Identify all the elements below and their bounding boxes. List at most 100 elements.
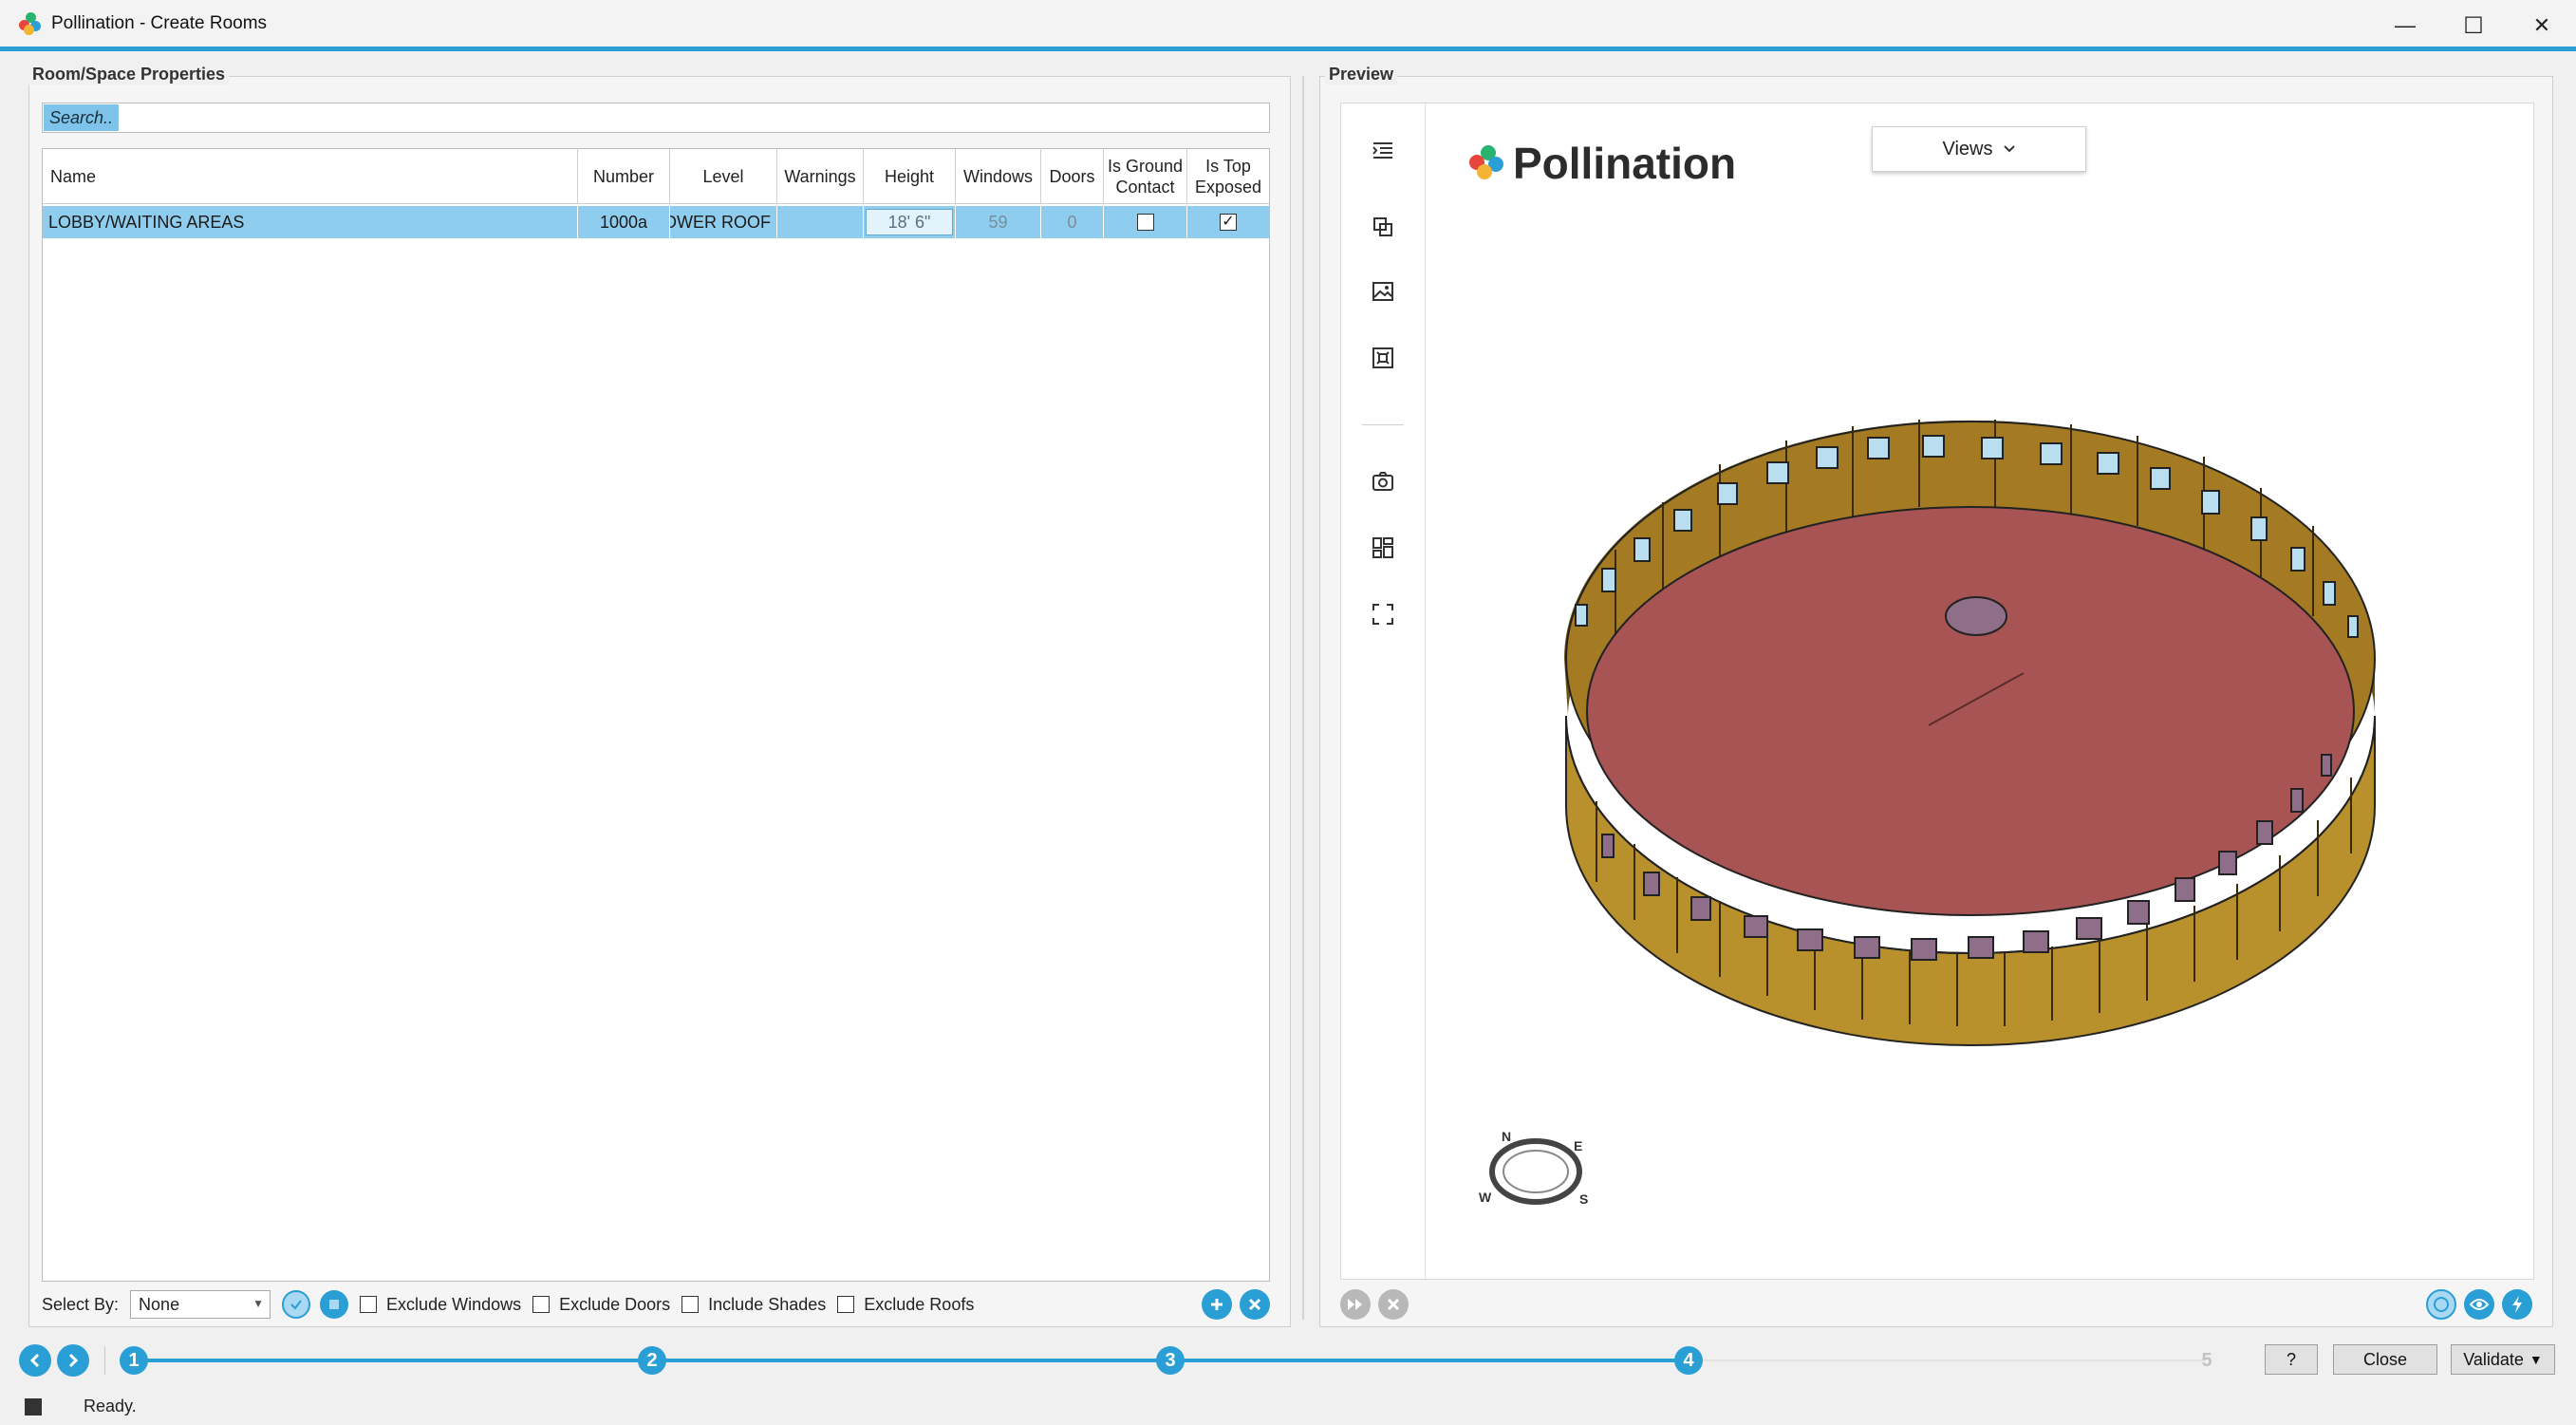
command-icon[interactable] [1370,345,1396,371]
cell-height[interactable]: 18' 6" [864,206,956,238]
window-controls: — ☐ ✕ [2371,0,2576,51]
column-header-name[interactable]: Name [43,149,578,204]
next-step-button[interactable] [57,1344,89,1377]
top-exposed-checkbox[interactable]: ✓ [1220,214,1237,231]
panel-splitter[interactable] [1302,76,1304,1320]
status-bar: Ready. [0,1388,2576,1425]
cell-warnings[interactable] [777,206,864,238]
window-title: Pollination - Create Rooms [51,12,268,33]
close-window-button[interactable]: ✕ [2508,0,2576,51]
validate-button[interactable]: Validate ▼ [2451,1344,2555,1375]
minimize-button[interactable]: — [2371,0,2439,51]
exclude-windows-label: Exclude Windows [386,1294,522,1314]
preview-sidebar [1340,103,1426,1280]
exclude-doors-label: Exclude Doors [559,1294,671,1314]
chevron-left-icon [29,1353,40,1368]
preview-toolbar [1340,1287,2534,1322]
compass: N E S W [1479,1129,1588,1207]
compass-north: N [1502,1129,1511,1144]
compass-east: E [1574,1138,1582,1153]
check-icon [290,1300,302,1310]
step-3[interactable]: 3 [1156,1346,1185,1375]
plus-icon [1211,1299,1223,1310]
toggle-visibility-button[interactable] [2464,1289,2494,1320]
close-icon [1387,1298,1400,1311]
exclude-windows-option[interactable]: Exclude Windows [360,1295,521,1315]
step-1[interactable]: 1 [120,1346,148,1375]
wizard-progress: 1 2 3 4 5 ? Close Validate ▼ [0,1339,2576,1382]
step-2[interactable]: 2 [638,1346,666,1375]
cell-number[interactable]: 1000a [578,206,670,238]
pollination-logo-icon [19,11,42,35]
square-icon [329,1300,340,1309]
quick-action-button[interactable] [2502,1289,2532,1320]
run-preview-button[interactable] [1340,1289,1371,1320]
globe-icon [2434,1297,2449,1312]
column-header-level[interactable]: Level [670,149,777,204]
column-header-ground-contact[interactable]: Is Ground Contact [1104,149,1187,204]
exclude-roofs-checkbox[interactable] [837,1296,855,1313]
globe-button[interactable] [2426,1289,2456,1320]
help-button[interactable]: ? [2265,1344,2318,1375]
3d-viewport[interactable]: Pollination Views N E S W [1426,103,2534,1280]
select-all-button[interactable] [282,1290,311,1319]
maximize-button[interactable]: ☐ [2439,0,2508,51]
camera-icon[interactable] [1370,468,1396,495]
include-shades-checkbox[interactable] [681,1296,700,1313]
close-button[interactable]: Close [2333,1344,2437,1375]
include-shades-option[interactable]: Include Shades [681,1295,826,1315]
previous-step-button[interactable] [19,1344,51,1377]
cell-level[interactable]: LOWER ROOF [670,206,777,238]
title-bar: Pollination - Create Rooms — ☐ ✕ [0,0,2576,51]
validate-label: Validate [2463,1349,2524,1369]
compass-west: W [1479,1190,1492,1205]
sidebar-divider [1362,424,1404,425]
close-icon [1248,1298,1261,1311]
add-room-button[interactable] [1202,1289,1232,1320]
room-properties-title: Room/Space Properties [28,65,230,84]
clear-preview-button[interactable] [1378,1289,1409,1320]
table-row[interactable]: LOBBY/WAITING AREAS 1000a LOWER ROOF 18'… [43,206,1269,238]
column-header-windows[interactable]: Windows [956,149,1041,204]
height-editor[interactable]: 18' 6" [866,209,953,235]
cell-level-text: LOWER ROOF [670,212,771,232]
progress-track-done [133,1359,1688,1362]
remove-room-button[interactable] [1240,1289,1270,1320]
exclude-roofs-option[interactable]: Exclude Roofs [837,1295,974,1315]
search-input[interactable]: Search.. [42,103,1270,133]
column-header-top-exposed[interactable]: Is Top Exposed [1187,149,1269,204]
cell-name[interactable]: LOBBY/WAITING AREAS [43,206,578,238]
select-by-label: Select By: [42,1294,120,1314]
cell-doors[interactable]: 0 [1041,206,1104,238]
chevron-down-icon: ▼ [252,1297,265,1310]
step-4[interactable]: 4 [1674,1346,1703,1375]
column-header-warnings[interactable]: Warnings [777,149,864,204]
status-icon [25,1397,42,1416]
cell-top-exposed[interactable]: ✓ [1187,206,1269,238]
progress-divider [104,1346,105,1375]
column-header-doors[interactable]: Doors [1041,149,1104,204]
rooms-table[interactable]: Name Number Level Warnings Height Window… [42,148,1270,1282]
step-5[interactable]: 5 [2193,1346,2221,1375]
table-header: Name Number Level Warnings Height Window… [43,149,1269,204]
progress-track-remaining [1688,1359,2206,1361]
column-header-height[interactable]: Height [864,149,956,204]
exclude-windows-checkbox[interactable] [360,1296,378,1313]
image-icon[interactable] [1370,278,1396,305]
dashboard-icon[interactable] [1370,534,1396,561]
exclude-roofs-label: Exclude Roofs [864,1294,975,1314]
fullscreen-icon[interactable] [1370,601,1396,628]
exclude-doors-checkbox[interactable] [532,1296,551,1313]
room-model: N E S W [1479,420,2376,1207]
eye-icon [2470,1299,2489,1310]
outline-icon[interactable] [1370,138,1396,164]
cell-windows[interactable]: 59 [956,206,1041,238]
column-header-number[interactable]: Number [578,149,670,204]
layers-icon[interactable] [1370,214,1396,240]
exclude-doors-option[interactable]: Exclude Doors [532,1295,670,1315]
ground-contact-checkbox[interactable] [1136,214,1154,231]
cell-ground-contact[interactable] [1104,206,1187,238]
select-by-dropdown[interactable]: None ▼ [130,1290,271,1319]
select-none-button[interactable] [320,1290,349,1319]
center-skylight [1945,596,2007,636]
